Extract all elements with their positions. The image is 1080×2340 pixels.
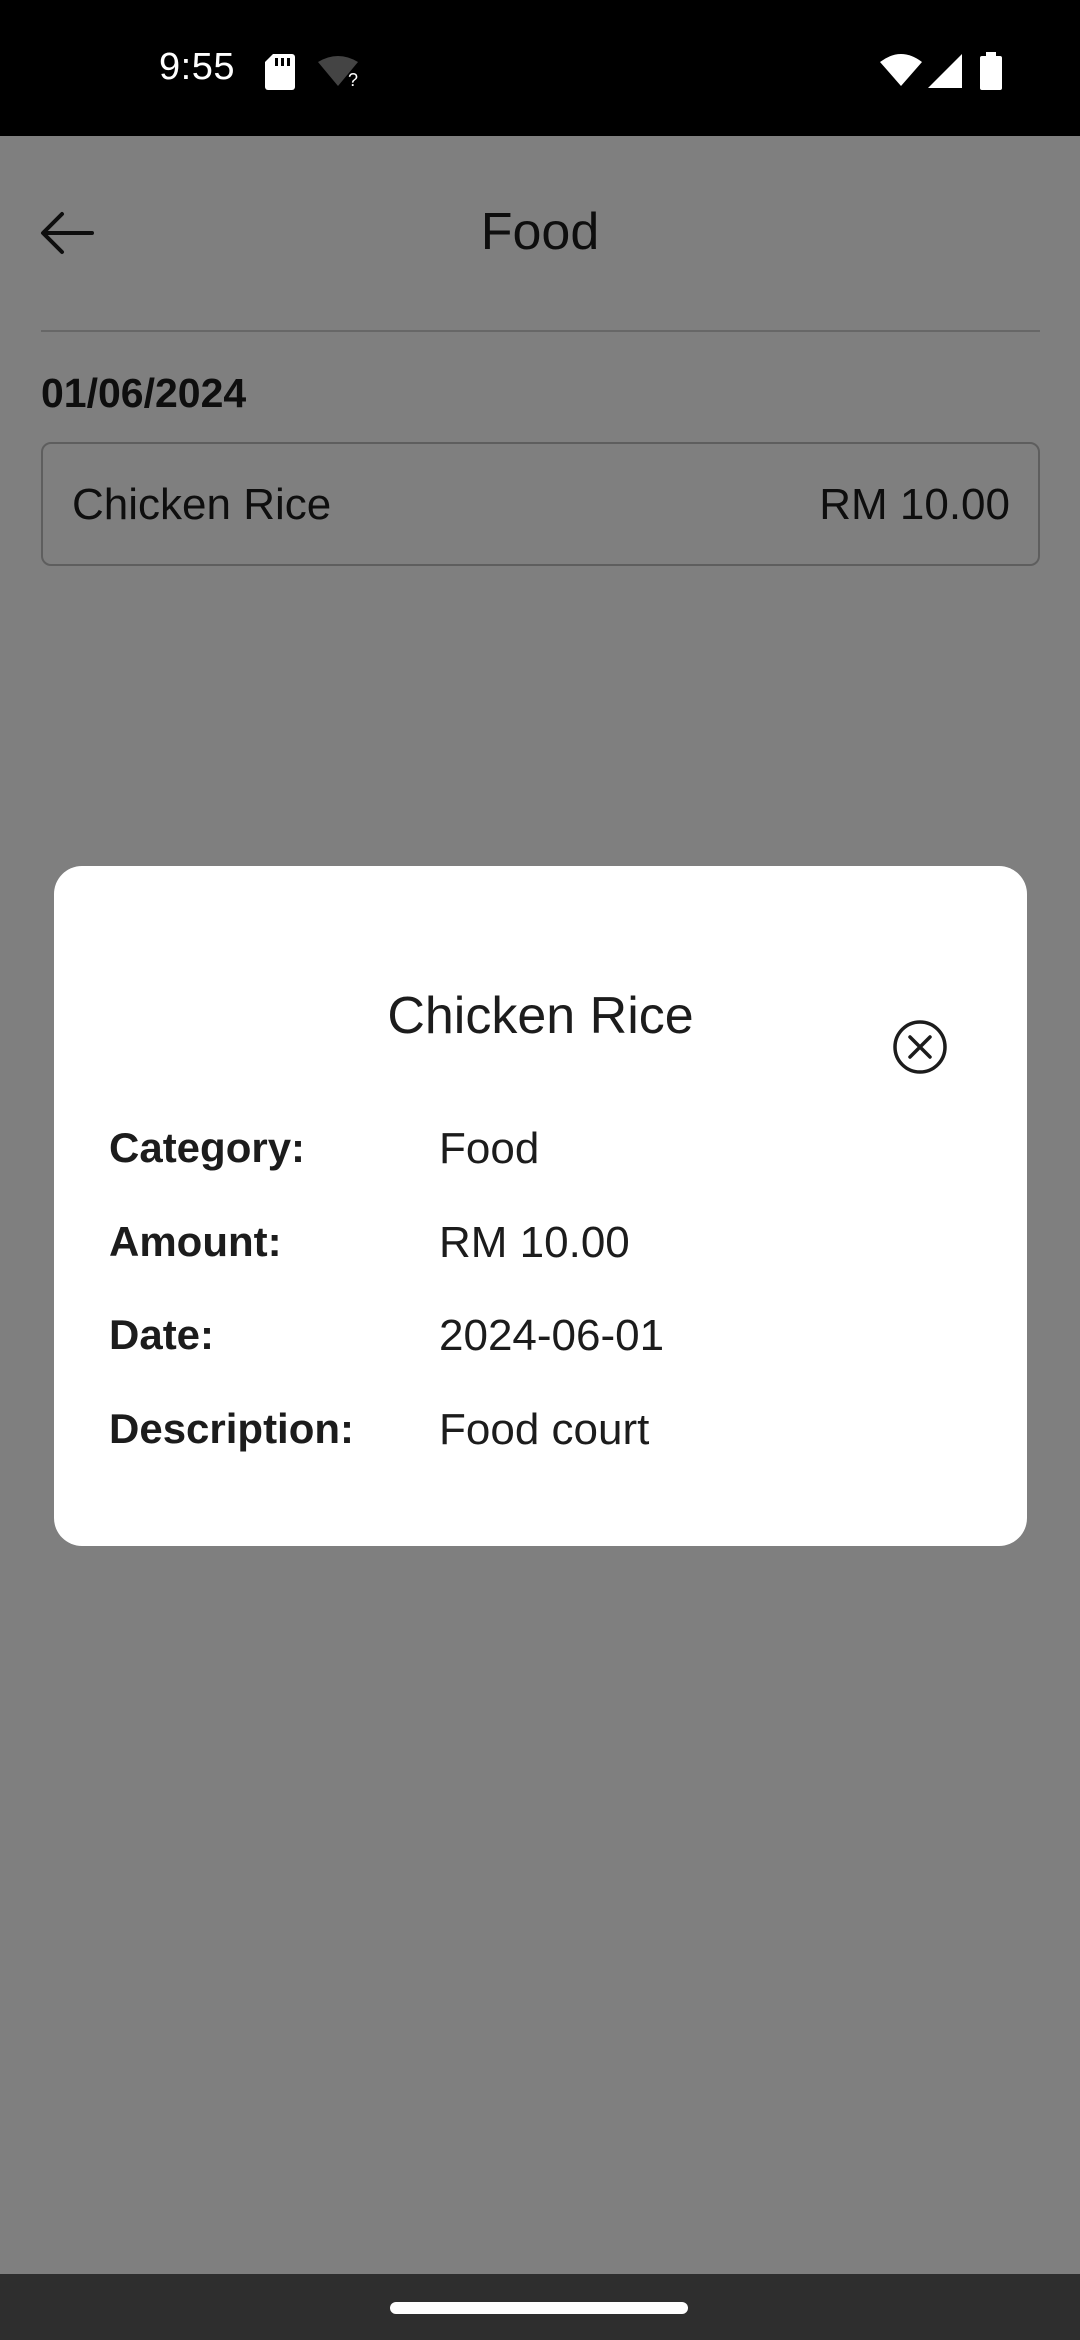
detail-row-description: Description: Food court bbox=[109, 1405, 989, 1465]
detail-value: Food court bbox=[439, 1405, 650, 1454]
screen: 9:55 ? Food 01/06/2 bbox=[0, 0, 1080, 2340]
detail-value: RM 10.00 bbox=[439, 1218, 630, 1267]
detail-label: Description: bbox=[109, 1405, 355, 1452]
detail-value: Food bbox=[439, 1124, 540, 1173]
expense-detail-dialog: Chicken Rice Category: Food Amount: RM 1… bbox=[54, 866, 1027, 1546]
detail-row-date: Date: 2024-06-01 bbox=[109, 1311, 989, 1371]
detail-label: Date: bbox=[109, 1311, 215, 1358]
dialog-title: Chicken Rice bbox=[387, 987, 694, 1045]
signal-icon bbox=[928, 54, 962, 88]
battery-icon bbox=[980, 52, 1002, 90]
home-handle[interactable] bbox=[390, 2302, 688, 2314]
close-button[interactable] bbox=[889, 1016, 951, 1078]
svg-text:?: ? bbox=[348, 70, 358, 88]
detail-label: Category: bbox=[109, 1124, 306, 1171]
close-circle-icon bbox=[893, 1020, 947, 1074]
detail-value: 2024-06-01 bbox=[439, 1311, 665, 1360]
detail-label: Amount: bbox=[109, 1218, 282, 1265]
detail-row-amount: Amount: RM 10.00 bbox=[109, 1218, 989, 1278]
detail-row-category: Category: Food bbox=[109, 1124, 989, 1184]
wifi-unknown-icon: ? bbox=[318, 56, 358, 88]
navigation-bar bbox=[0, 2274, 1080, 2340]
sd-card-icon bbox=[265, 54, 295, 90]
status-bar: 9:55 ? bbox=[0, 0, 1080, 136]
wifi-icon bbox=[880, 54, 922, 86]
status-time: 9:55 bbox=[159, 46, 235, 88]
